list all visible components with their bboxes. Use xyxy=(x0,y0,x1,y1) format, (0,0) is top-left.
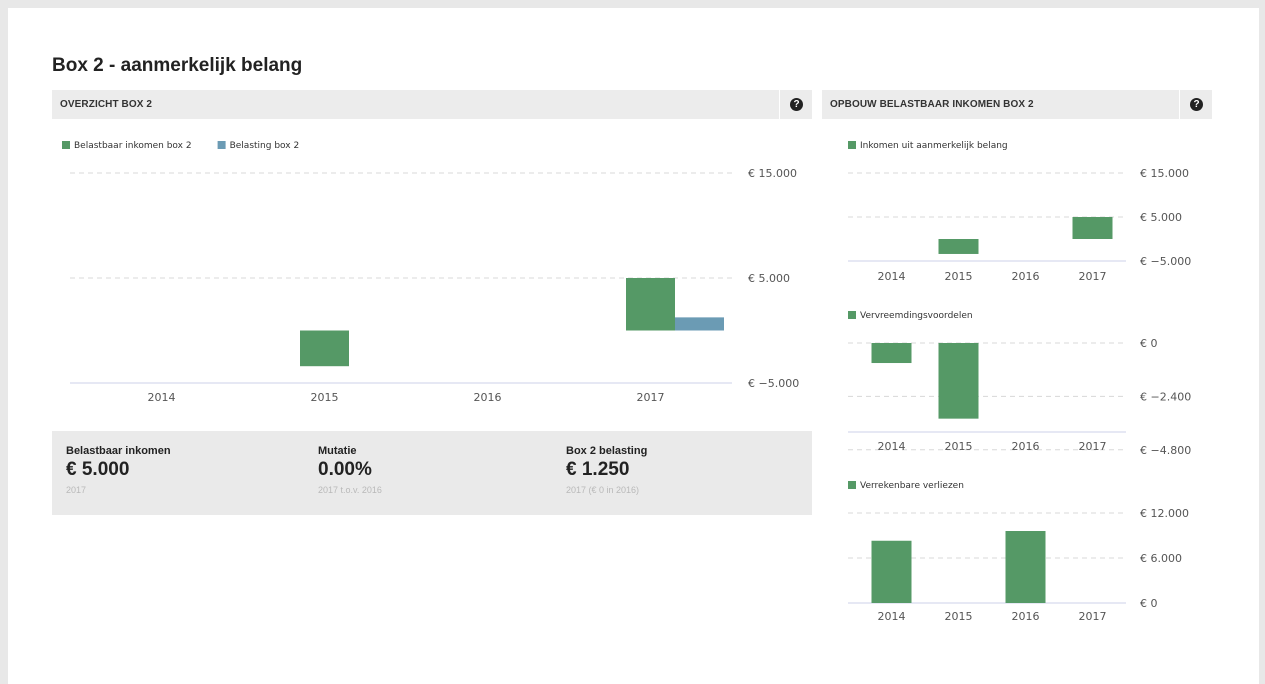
page-title: Box 2 - aanmerkelijk belang xyxy=(52,55,303,76)
question-circle-icon: ? xyxy=(1190,98,1203,111)
legend-swatch xyxy=(217,141,226,149)
legend-label: Belasting box 2 xyxy=(230,141,300,151)
y-tick-label: € −4.800 xyxy=(1140,444,1191,457)
overview-panel-title: OVERZICHT BOX 2 xyxy=(60,99,153,110)
overview-help-button[interactable]: ? xyxy=(779,90,812,119)
stat-label: Box 2 belasting xyxy=(566,445,648,457)
y-tick-label: € −5.000 xyxy=(748,377,799,390)
x-tick-label: 2014 xyxy=(878,270,906,283)
bar-2014 xyxy=(871,540,912,603)
x-tick-label: 2015 xyxy=(945,610,973,623)
stats-summary: Belastbaar inkomen € 5.000 2017 Mutatie … xyxy=(52,431,812,515)
x-tick-label: 2016 xyxy=(1012,270,1040,283)
y-tick-label: € −2.400 xyxy=(1140,390,1191,403)
bar-2016 xyxy=(1005,531,1046,603)
legend-label: Verrekenbare verliezen xyxy=(860,481,964,491)
y-tick-label: € 15.000 xyxy=(748,167,797,180)
stat-sub: 2017 t.o.v. 2016 xyxy=(318,485,382,495)
legend-swatch xyxy=(62,141,70,149)
stat-mutatie: Mutatie 0.00% 2017 t.o.v. 2016 xyxy=(318,445,382,495)
build-panel-header: OPBOUW BELASTBAAR INKOMEN BOX 2 ? xyxy=(822,90,1212,119)
legend-label: Inkomen uit aanmerkelijk belang xyxy=(860,141,1008,151)
y-tick-label: € 12.000 xyxy=(1140,507,1189,520)
stat-value: € 5.000 xyxy=(66,459,130,480)
bar-2017 xyxy=(1072,217,1113,239)
x-tick-label: 2015 xyxy=(311,391,339,404)
stat-sub: 2017 xyxy=(66,485,87,495)
overview-chart: € 15.000 € 5.000 € −5.000 2014 2015 2016 2017 B… xyxy=(62,141,799,404)
x-tick-label: 2017 xyxy=(1079,440,1107,453)
x-tick-label: 2014 xyxy=(878,610,906,623)
bar-2015 xyxy=(300,330,349,367)
stat-label: Mutatie xyxy=(318,445,357,457)
legend-label: Vervreemdingsvoordelen xyxy=(860,311,973,321)
stat-belastbaar-inkomen: Belastbaar inkomen € 5.000 2017 xyxy=(66,445,171,495)
legend-swatch xyxy=(848,141,856,149)
vervreemding-chart: € 0 € −2.400 € −4.800 2014 2015 2016 2017 Vervr… xyxy=(848,311,1191,457)
legend-swatch xyxy=(848,311,856,319)
y-tick-label: € 15.000 xyxy=(1140,167,1189,180)
x-tick-label: 2017 xyxy=(637,391,665,404)
x-tick-label: 2017 xyxy=(1079,270,1107,283)
stat-label: Belastbaar inkomen xyxy=(66,445,171,457)
bar-2015 xyxy=(938,239,979,254)
x-tick-label: 2014 xyxy=(148,391,176,404)
stat-value: € 1.250 xyxy=(566,459,630,480)
x-tick-label: 2015 xyxy=(945,270,973,283)
legend-label: Belastbaar inkomen box 2 xyxy=(74,141,192,151)
x-tick-label: 2017 xyxy=(1079,610,1107,623)
y-tick-label: € 6.000 xyxy=(1140,552,1182,565)
x-tick-label: 2015 xyxy=(945,440,973,453)
y-tick-label: € −5.000 xyxy=(1140,255,1191,268)
build-help-button[interactable]: ? xyxy=(1179,90,1212,119)
bar-2017 xyxy=(626,278,675,331)
inkomen-chart: € 15.000 € 5.000 € −5.000 2014 2015 2016 2017 I… xyxy=(848,141,1191,283)
stat-value: 0.00% xyxy=(318,459,372,480)
x-tick-label: 2014 xyxy=(878,440,906,453)
x-tick-label: 2016 xyxy=(1012,440,1040,453)
stat-box2-belasting: Box 2 belasting € 1.250 2017 (€ 0 in 201… xyxy=(566,445,647,495)
y-tick-label: € 0 xyxy=(1140,597,1158,610)
y-tick-label: € 0 xyxy=(1140,337,1158,350)
overview-panel-header: OVERZICHT BOX 2 ? xyxy=(52,90,812,119)
verliezen-chart: € 12.000 € 6.000 € 0 2014 2015 2016 2017 Verrek… xyxy=(848,481,1189,623)
question-circle-icon: ? xyxy=(790,98,803,111)
x-tick-label: 2016 xyxy=(1012,610,1040,623)
bar-2017 xyxy=(675,317,724,331)
y-tick-label: € 5.000 xyxy=(1140,211,1182,224)
bar-2015 xyxy=(938,343,979,419)
legend-swatch xyxy=(848,481,856,489)
y-tick-label: € 5.000 xyxy=(748,272,790,285)
stat-sub: 2017 (€ 0 in 2016) xyxy=(566,485,640,495)
bar-2014 xyxy=(871,343,912,364)
build-panel-title: OPBOUW BELASTBAAR INKOMEN BOX 2 xyxy=(830,99,1034,110)
x-tick-label: 2016 xyxy=(474,391,502,404)
